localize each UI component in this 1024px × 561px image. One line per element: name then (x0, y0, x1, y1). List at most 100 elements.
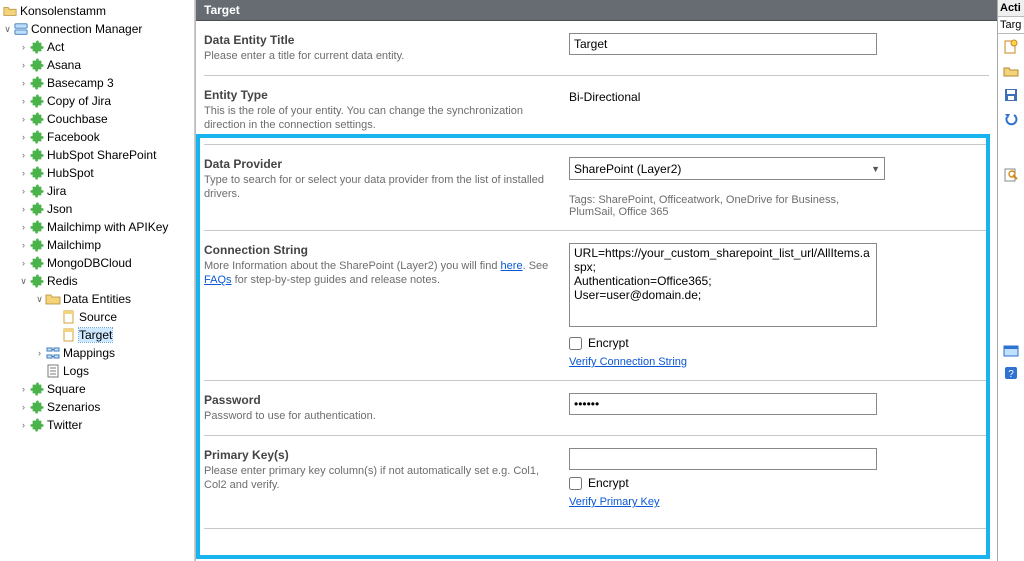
tree-connection[interactable]: ›Jira (0, 182, 194, 200)
collapse-icon[interactable]: ∨ (2, 20, 13, 38)
tree-connection[interactable]: ∨Redis (0, 272, 194, 290)
tree-connection[interactable]: ›HubSpot (0, 164, 194, 182)
expand-icon[interactable]: › (18, 182, 29, 200)
open-icon[interactable] (1002, 62, 1020, 80)
connection-string-heading: Connection String (204, 243, 559, 257)
verify-primary-key-link[interactable]: Verify Primary Key (569, 496, 659, 508)
entity-title-input[interactable] (569, 33, 877, 55)
tree-connection[interactable]: ›HubSpot SharePoint (0, 146, 194, 164)
tree-connection[interactable]: ›Couchbase (0, 110, 194, 128)
form-area: Data Entity Title Please enter a title f… (196, 21, 997, 561)
expand-icon[interactable]: › (18, 380, 29, 398)
properties-icon[interactable] (1002, 166, 1020, 184)
primary-key-heading: Primary Key(s) (204, 448, 559, 462)
tree-root[interactable]: Konsolenstamm (0, 2, 194, 20)
section-primary-key: Primary Key(s) Please enter primary key … (204, 436, 989, 520)
tree-connection[interactable]: ›Mailchimp with APIKey (0, 218, 194, 236)
verify-connection-string-link[interactable]: Verify Connection String (569, 356, 687, 368)
svg-text:?: ? (1008, 369, 1014, 380)
puzzle-icon (29, 399, 45, 415)
tree-entity-target[interactable]: ·Target (0, 326, 194, 344)
undo-icon[interactable] (1002, 110, 1020, 128)
actions-tab-target[interactable]: Targ (998, 17, 1024, 34)
tree-connection[interactable]: ›Basecamp 3 (0, 74, 194, 92)
tree-connection[interactable]: ›Facebook (0, 128, 194, 146)
expand-icon[interactable]: › (18, 128, 29, 146)
tree-connection[interactable]: ›Szenarios (0, 398, 194, 416)
tree-connection[interactable]: ›Mailchimp (0, 236, 194, 254)
puzzle-icon (29, 255, 45, 271)
tree-connection[interactable]: ›Json (0, 200, 194, 218)
puzzle-icon (29, 381, 45, 397)
expand-icon[interactable]: › (18, 254, 29, 272)
password-desc: Password to use for authentication. (204, 409, 559, 423)
section-entity-title: Data Entity Title Please enter a title f… (204, 21, 989, 76)
puzzle-icon (29, 39, 45, 55)
expand-icon[interactable]: › (18, 38, 29, 56)
expand-icon[interactable]: › (18, 236, 29, 254)
navigation-tree[interactable]: Konsolenstamm ∨ Connection Manager ›Act›… (0, 0, 195, 561)
folder-icon (2, 3, 18, 19)
entity-type-desc: This is the role of your entity. You can… (204, 104, 559, 132)
link-faqs[interactable]: FAQs (204, 274, 232, 286)
tree-connection-manager[interactable]: ∨ Connection Manager (0, 20, 194, 38)
tree-connection[interactable]: ›MongoDBCloud (0, 254, 194, 272)
encrypt-pk-checkbox[interactable]: Encrypt (569, 476, 989, 490)
expand-icon[interactable]: › (18, 56, 29, 74)
save-icon[interactable] (1002, 86, 1020, 104)
tree-connection[interactable]: ›Square (0, 380, 194, 398)
help-icon[interactable]: ? (1003, 365, 1019, 381)
expand-icon[interactable]: › (18, 92, 29, 110)
collapse-icon[interactable]: ∨ (18, 272, 29, 290)
data-provider-combobox[interactable]: SharePoint (Layer2) ▼ (569, 157, 885, 180)
puzzle-icon (29, 183, 45, 199)
tree-connection[interactable]: ›Twitter (0, 416, 194, 434)
puzzle-icon (29, 93, 45, 109)
password-input[interactable] (569, 393, 877, 415)
expand-icon[interactable]: › (18, 164, 29, 182)
connection-manager-icon (13, 21, 29, 37)
entity-type-heading: Entity Type (204, 88, 559, 102)
expand-icon[interactable]: › (18, 74, 29, 92)
section-connection-string: Connection String More Information about… (204, 231, 989, 381)
puzzle-icon (29, 219, 45, 235)
new-icon[interactable] (1002, 38, 1020, 56)
encrypt-connstr-checkbox[interactable]: Encrypt (569, 336, 989, 350)
tree-connection[interactable]: ›Asana (0, 56, 194, 74)
puzzle-icon (29, 129, 45, 145)
tree-mappings[interactable]: ›Mappings (0, 344, 194, 362)
section-data-provider: Data Provider Type to search for or sele… (204, 145, 989, 231)
window-icon[interactable] (1003, 343, 1019, 359)
section-entity-type: Entity Type This is the role of your ent… (204, 76, 989, 145)
logs-icon (45, 363, 61, 379)
expand-icon[interactable]: › (18, 110, 29, 128)
expand-icon[interactable]: › (18, 200, 29, 218)
tree-connection[interactable]: ›Act (0, 38, 194, 56)
mappings-icon (45, 345, 61, 361)
actions-header: Acti (998, 0, 1024, 17)
connection-string-textarea[interactable]: URL=https://your_custom_sharepoint_list_… (569, 243, 877, 327)
panel-title: Target (196, 0, 997, 21)
puzzle-icon (29, 201, 45, 217)
main-panel: Target Data Entity Title Please enter a … (195, 0, 997, 561)
expand-icon[interactable]: › (34, 344, 45, 362)
actions-strip: Acti Targ ? (997, 0, 1024, 561)
expand-icon[interactable]: › (18, 218, 29, 236)
tree-data-entities[interactable]: ∨Data Entities (0, 290, 194, 308)
primary-key-input[interactable] (569, 448, 877, 470)
puzzle-icon (29, 273, 45, 289)
data-provider-selected: SharePoint (Layer2) (574, 162, 681, 176)
data-provider-heading: Data Provider (204, 157, 559, 171)
tree-connection[interactable]: ›Copy of Jira (0, 92, 194, 110)
datasource-icon (61, 327, 77, 343)
puzzle-icon (29, 75, 45, 91)
expand-icon[interactable]: › (18, 398, 29, 416)
collapse-icon[interactable]: ∨ (34, 290, 45, 308)
tree-logs[interactable]: ·Logs (0, 362, 194, 380)
expand-icon[interactable]: › (18, 416, 29, 434)
connection-string-desc: More Information about the SharePoint (L… (204, 259, 559, 287)
tree-entity-source[interactable]: ·Source (0, 308, 194, 326)
expand-icon[interactable]: › (18, 146, 29, 164)
link-here[interactable]: here (501, 260, 523, 272)
puzzle-icon (29, 237, 45, 253)
